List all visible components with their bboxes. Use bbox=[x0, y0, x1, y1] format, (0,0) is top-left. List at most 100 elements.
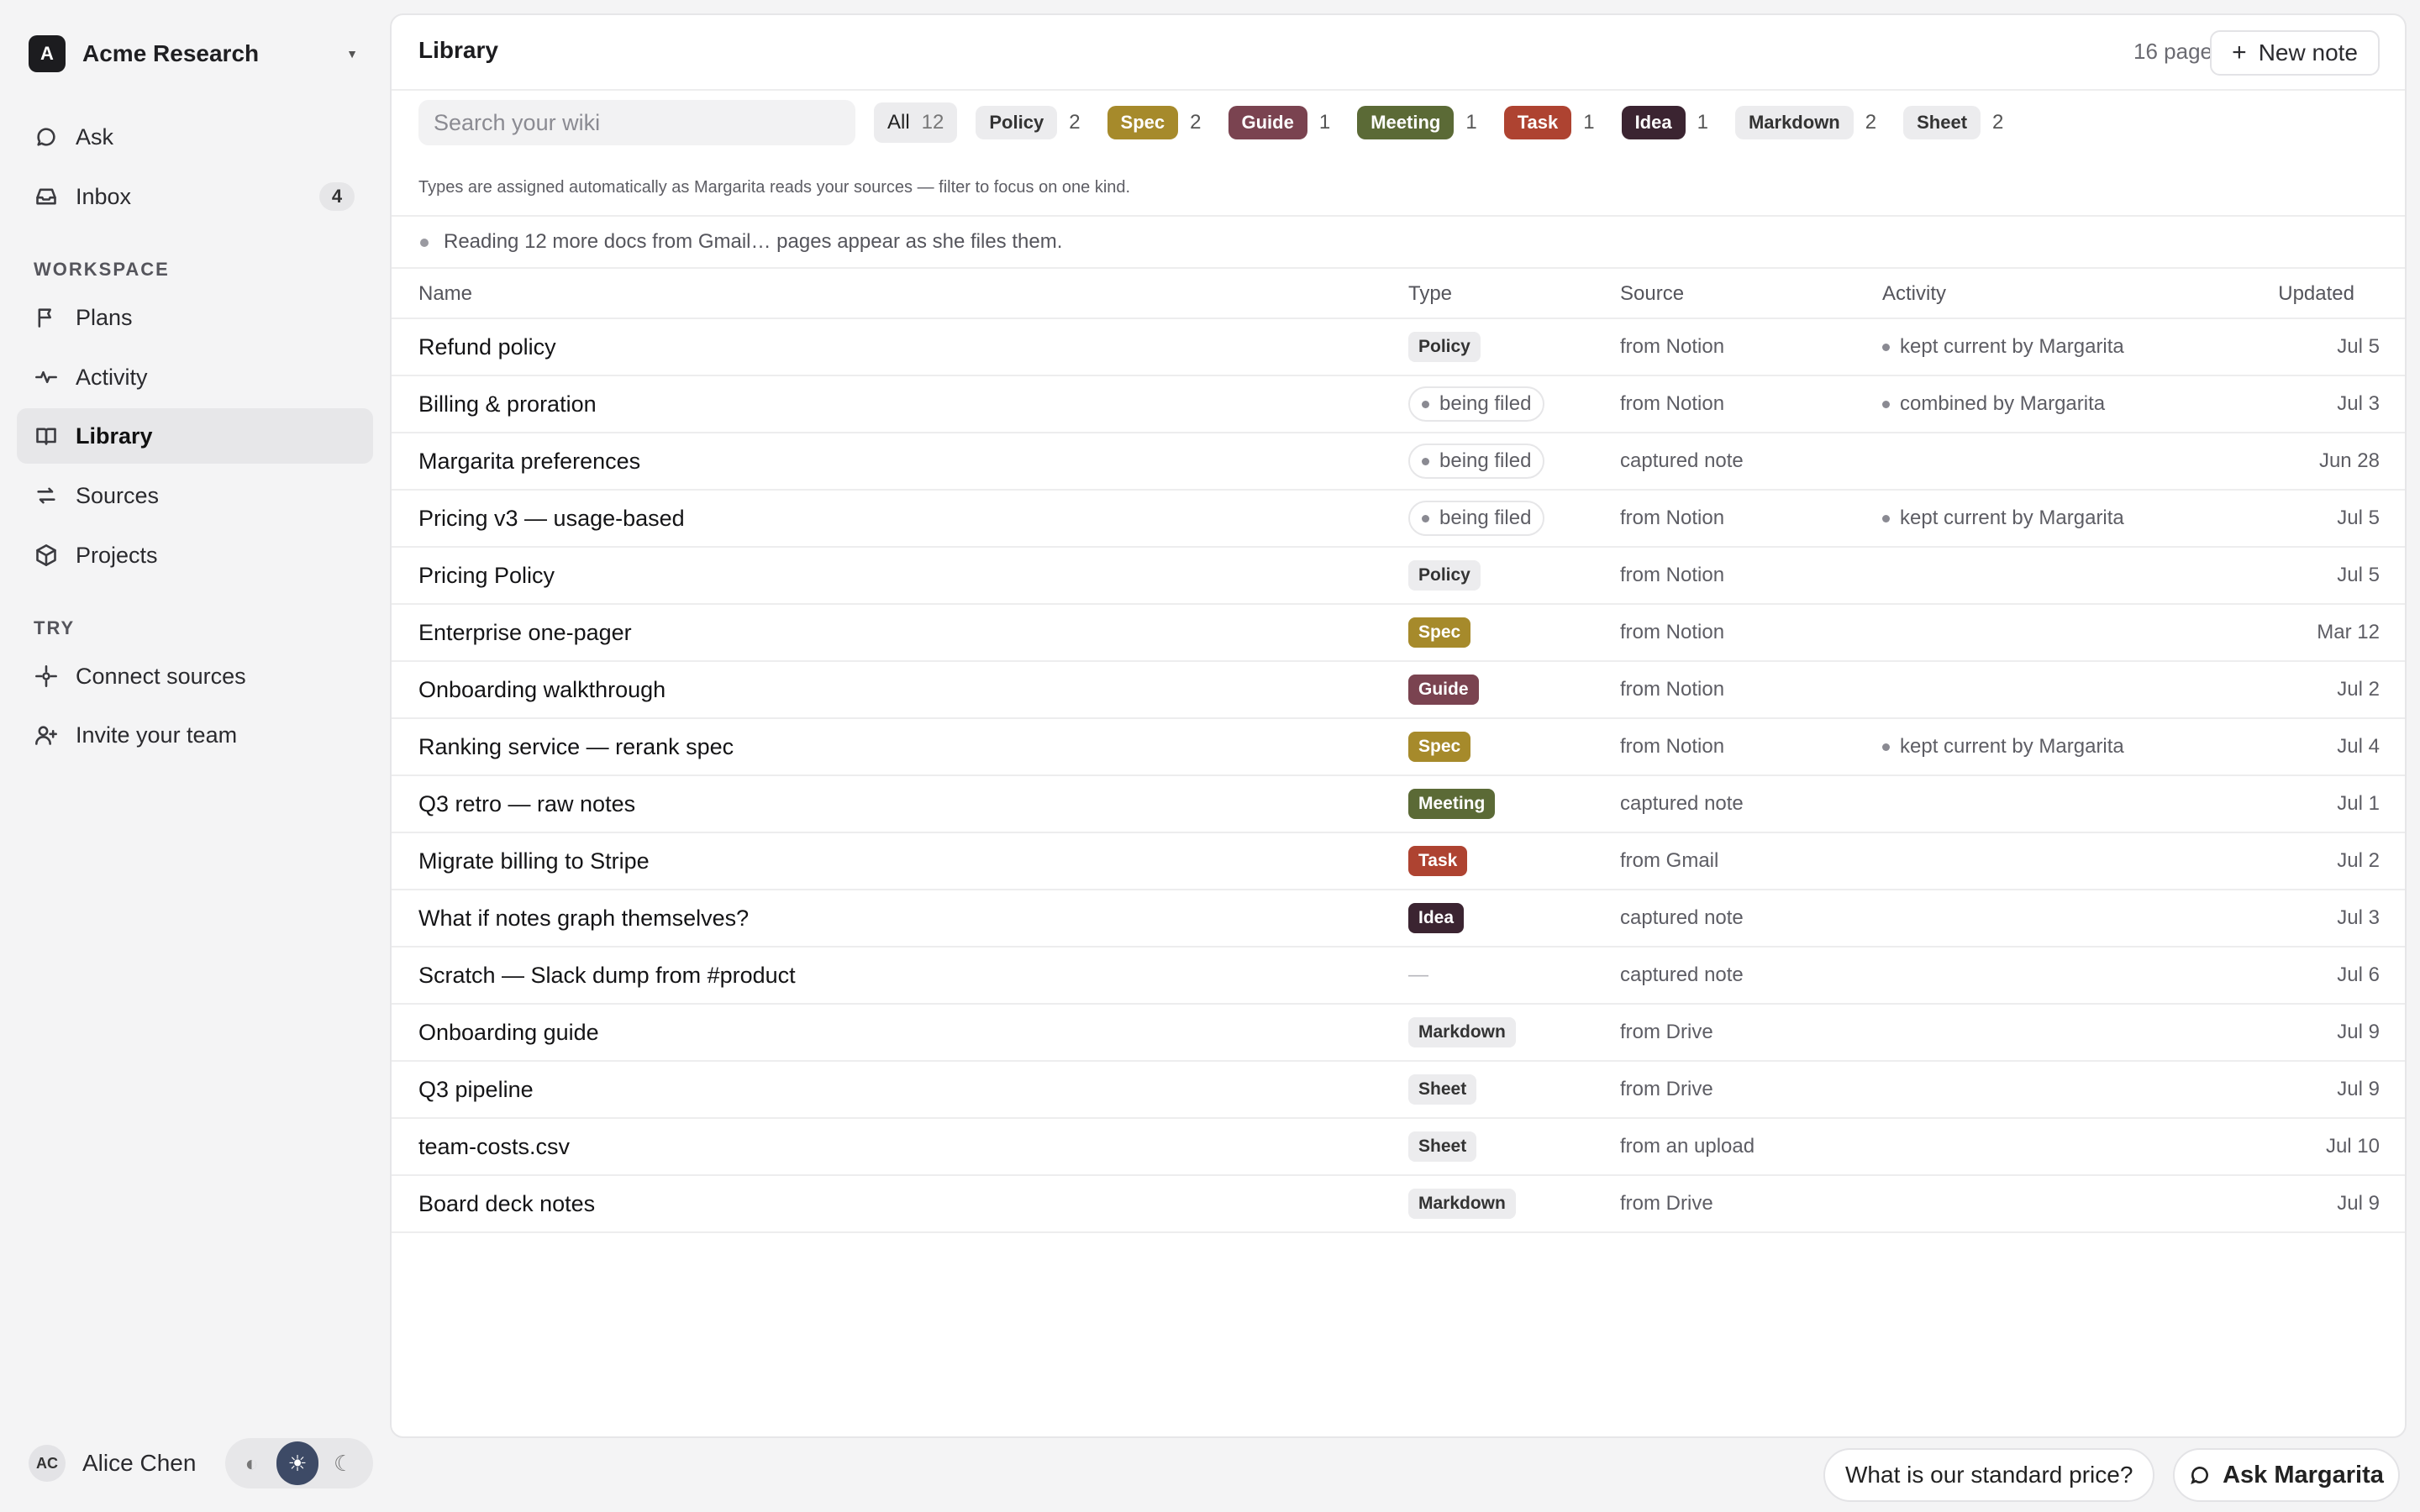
table-row[interactable]: Onboarding guide Markdown from Drive Jul 9 bbox=[392, 1005, 2405, 1062]
chip-label: Markdown bbox=[1734, 106, 1854, 139]
column-header-name[interactable]: Name bbox=[418, 282, 472, 306]
inbox-count-badge: 4 bbox=[319, 182, 355, 211]
page-name[interactable]: Board deck notes bbox=[418, 1176, 595, 1231]
page-name[interactable]: Migrate billing to Stripe bbox=[418, 833, 650, 889]
chip-label: Sheet bbox=[1903, 106, 1981, 139]
filter-chip-task[interactable]: Task 1 bbox=[1503, 103, 1603, 142]
chip-label: Meeting bbox=[1357, 106, 1455, 139]
updated-cell: Jul 2 bbox=[2337, 678, 2380, 701]
filter-chip-all[interactable]: All 12 bbox=[874, 102, 958, 143]
filter-chip-policy[interactable]: Policy 2 bbox=[976, 103, 1088, 142]
source-cell: from an upload bbox=[1620, 1135, 1755, 1158]
moon-icon[interactable]: ☾ bbox=[322, 1441, 365, 1485]
filter-chip-spec[interactable]: Spec 2 bbox=[1107, 103, 1210, 142]
filter-chip-meeting[interactable]: Meeting 1 bbox=[1357, 103, 1485, 142]
arrows-swap-icon bbox=[34, 483, 59, 508]
updated-cell: Jul 5 bbox=[2337, 564, 2380, 586]
nav-label: Activity bbox=[76, 364, 148, 390]
table-row[interactable]: Migrate billing to Stripe Task from Gmail J… bbox=[392, 833, 2405, 890]
table-row[interactable]: team-costs.csv Sheet from an upload Jul 10 bbox=[392, 1119, 2405, 1176]
nav-item-projects[interactable]: Projects bbox=[17, 528, 373, 583]
activity-cell: combined by Margarita bbox=[1882, 376, 2105, 432]
nav-item-inbox[interactable]: Inbox 4 bbox=[17, 169, 373, 224]
filing-status-label: being filed bbox=[1439, 449, 1532, 472]
book-icon bbox=[34, 423, 59, 449]
chip-label: Guide bbox=[1228, 106, 1307, 139]
nav-item-sources[interactable]: Sources bbox=[17, 468, 373, 523]
type-badge: Sheet bbox=[1408, 1074, 1477, 1105]
table-row[interactable]: Billing & proration being filed from Notio… bbox=[392, 376, 2405, 433]
filter-chip-idea[interactable]: Idea 1 bbox=[1621, 103, 1717, 142]
type-cell: Idea bbox=[1408, 890, 1465, 946]
page-name[interactable]: Pricing v3 — usage-based bbox=[418, 491, 685, 546]
column-header-updated[interactable]: Updated bbox=[2278, 282, 2354, 306]
updated-cell: Jul 5 bbox=[2337, 335, 2380, 358]
source-cell: from Drive bbox=[1620, 1192, 1713, 1215]
table-row[interactable]: Board deck notes Markdown from Drive Jul 9 bbox=[392, 1176, 2405, 1233]
source-cell: from Drive bbox=[1620, 1021, 1713, 1043]
activity-label: kept current by Margarita bbox=[1900, 735, 2124, 758]
page-name[interactable]: Refund policy bbox=[418, 319, 556, 375]
table-row[interactable]: Refund policy Policy from Notion kept curre… bbox=[392, 319, 2405, 376]
activity-dot-icon bbox=[1882, 343, 1890, 351]
updated-cell: Jul 5 bbox=[2337, 507, 2380, 529]
sun-icon[interactable]: ☀ bbox=[276, 1441, 319, 1485]
table-row[interactable]: Ranking service — rerank spec Spec from No… bbox=[392, 719, 2405, 776]
status-dot-icon bbox=[1422, 514, 1429, 522]
table-row[interactable]: Scratch — Slack dump from #product — captu… bbox=[392, 948, 2405, 1005]
filter-chip-guide[interactable]: Guide 1 bbox=[1228, 103, 1339, 142]
page-name[interactable]: Ranking service — rerank spec bbox=[418, 719, 734, 774]
page-name[interactable]: Onboarding walkthrough bbox=[418, 662, 666, 717]
user-name: Alice Chen bbox=[82, 1450, 197, 1476]
page-name[interactable]: Q3 pipeline bbox=[418, 1062, 534, 1117]
page-name[interactable]: team-costs.csv bbox=[418, 1119, 570, 1174]
source-cell: from Notion bbox=[1620, 621, 1725, 643]
workspace-switcher[interactable]: A Acme Research ▼ bbox=[29, 35, 370, 72]
page-name[interactable]: Q3 retro — raw notes bbox=[418, 776, 635, 832]
search-input[interactable] bbox=[418, 100, 855, 145]
page-name[interactable]: Margarita preferences bbox=[418, 433, 640, 489]
page-name[interactable]: Scratch — Slack dump from #product bbox=[418, 948, 796, 1003]
type-cell: Markdown bbox=[1408, 1176, 1516, 1231]
nav-item-connect-sources[interactable]: Connect sources bbox=[17, 648, 373, 704]
table-row[interactable]: Q3 pipeline Sheet from Drive Jul 9 bbox=[392, 1062, 2405, 1119]
filter-hint: Types are assigned automatically as Marg… bbox=[418, 178, 1131, 197]
type-badge: Policy bbox=[1408, 332, 1481, 362]
user-plus-icon bbox=[34, 722, 59, 748]
source-cell: from Notion bbox=[1620, 507, 1725, 529]
nav-item-ask[interactable]: Ask bbox=[17, 109, 373, 165]
user-profile[interactable]: AC Alice Chen bbox=[29, 1441, 196, 1485]
table-row[interactable]: Q3 retro — raw notes Meeting captured note… bbox=[392, 776, 2405, 833]
chip-count: 12 bbox=[921, 111, 944, 134]
table-row[interactable]: Pricing v3 — usage-based being filed from … bbox=[392, 491, 2405, 548]
suggested-question-button[interactable]: What is our standard price? bbox=[1823, 1448, 2155, 1502]
table-row[interactable]: Pricing Policy Policy from Notion Jul 5 bbox=[392, 548, 2405, 605]
nav-label: Connect sources bbox=[76, 663, 246, 689]
page-name[interactable]: Onboarding guide bbox=[418, 1005, 599, 1060]
column-header-type[interactable]: Type bbox=[1408, 282, 1452, 306]
page-name[interactable]: What if notes graph themselves? bbox=[418, 890, 749, 946]
nav-label: Inbox bbox=[76, 183, 132, 209]
source-cell: from Notion bbox=[1620, 564, 1725, 586]
new-note-button[interactable]: + New note bbox=[2210, 30, 2380, 76]
nav-item-activity[interactable]: Activity bbox=[17, 349, 373, 405]
page-name[interactable]: Enterprise one-pager bbox=[418, 605, 632, 660]
filter-chip-sheet[interactable]: Sheet 2 bbox=[1903, 103, 2012, 142]
nav-item-plans[interactable]: Plans bbox=[17, 290, 373, 345]
filter-chip-markdown[interactable]: Markdown 2 bbox=[1734, 103, 1885, 142]
ask-margarita-button[interactable]: Ask Margarita bbox=[2173, 1448, 2400, 1502]
nav-item-library[interactable]: Library bbox=[17, 408, 373, 464]
table-row[interactable]: Onboarding walkthrough Guide from Notion Ju… bbox=[392, 662, 2405, 719]
page-name[interactable]: Pricing Policy bbox=[418, 548, 555, 603]
nav-item-invite-team[interactable]: Invite your team bbox=[17, 707, 373, 763]
chip-label: Idea bbox=[1621, 106, 1686, 139]
library-panel: Library 16 pages + New note All 12 Polic… bbox=[390, 13, 2407, 1438]
contrast-icon[interactable]: ◐ bbox=[230, 1441, 273, 1485]
table-row[interactable]: What if notes graph themselves? Idea captu… bbox=[392, 890, 2405, 948]
page-name[interactable]: Billing & proration bbox=[418, 376, 597, 432]
table-row[interactable]: Margarita preferences being filed captured… bbox=[392, 433, 2405, 491]
column-header-source[interactable]: Source bbox=[1620, 282, 1684, 306]
type-cell: Task bbox=[1408, 833, 1468, 889]
column-header-activity[interactable]: Activity bbox=[1882, 282, 1946, 306]
table-row[interactable]: Enterprise one-pager Spec from Notion Mar 1… bbox=[392, 605, 2405, 662]
